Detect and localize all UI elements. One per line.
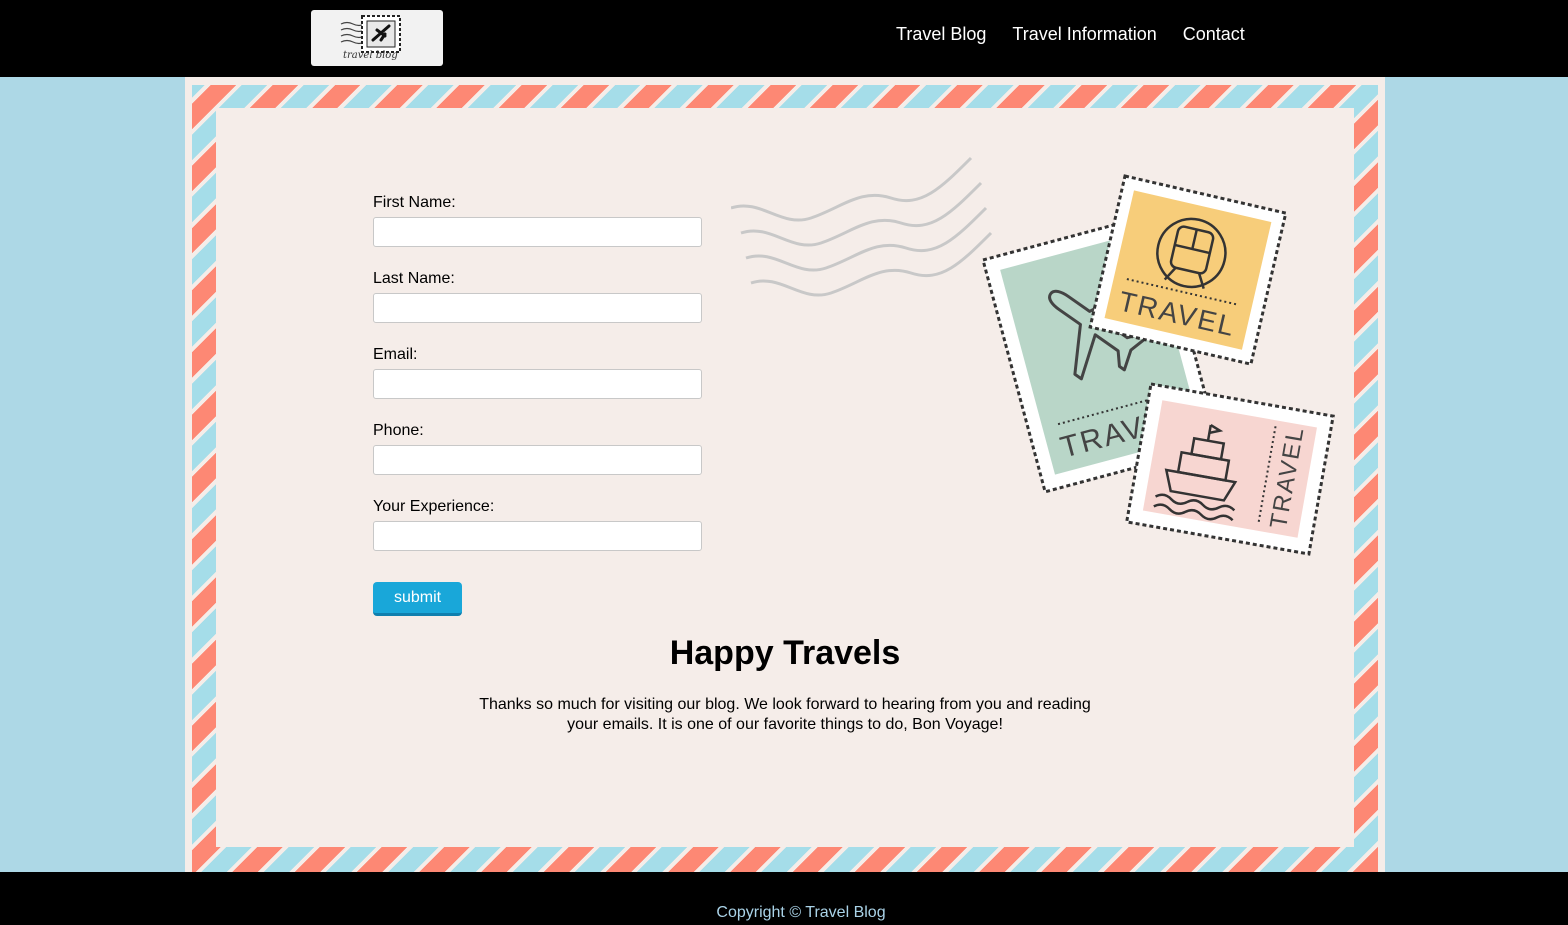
email-input[interactable] [373,369,702,399]
nav-travel-information[interactable]: Travel Information [1012,22,1156,46]
thanks-message: Thanks so much for visiting our blog. We… [479,696,1091,733]
site-footer: Copyright © Travel Blog [0,872,1568,925]
postmark-waves [731,156,993,297]
stamp-ship: TRAVEL [1124,382,1335,556]
experience-input[interactable] [373,521,702,551]
email-label: Email: [373,346,418,363]
phone-label: Phone: [373,422,424,439]
first-name-input[interactable] [373,217,702,247]
page-heading: Happy Travels [669,634,901,672]
nav-contact[interactable]: Contact [1183,22,1245,46]
phone-input[interactable] [373,445,702,475]
submit-button[interactable]: submit [373,582,462,616]
nav-travel-blog[interactable]: Travel Blog [896,22,986,46]
last-name-input[interactable] [373,293,702,323]
airmail-envelope: First Name: Last Name: Email: Phone: You… [185,77,1385,872]
envelope-paper: First Name: Last Name: Email: Phone: You… [216,108,1354,847]
first-name-label: First Name: [373,194,456,211]
site-logo[interactable]: travel blog [311,10,443,66]
logo-script-text: travel blog [343,50,398,61]
travel-stamps-illustration: TRAVEL TRAVEL TRAVEL [731,156,1335,556]
contact-form: First Name: Last Name: Email: Phone: You… [373,193,703,616]
copyright-text: Copyright © Travel Blog [716,904,886,921]
site-header: travel blog Travel Blog Travel Informati… [0,0,1568,77]
main-nav: Travel Blog Travel Information Contact [896,22,1245,46]
last-name-label: Last Name: [373,270,455,287]
experience-label: Your Experience: [373,498,495,515]
